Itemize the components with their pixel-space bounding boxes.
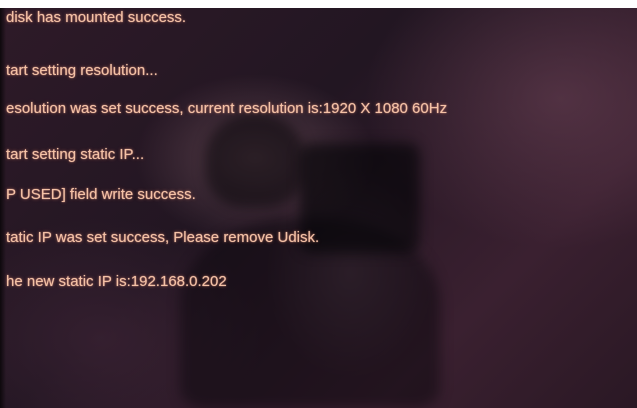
photo-frame: disk has mounted success. tart setting r… — [0, 0, 637, 408]
console-line-static-ip-set: tatic IP was set success, Please remove … — [6, 229, 320, 246]
console-line-start-static-ip: tart setting static IP... — [6, 146, 145, 163]
console-screen: disk has mounted success. tart setting r… — [0, 8, 637, 408]
console-line-new-static-ip: he new static IP is:192.168.0.202 — [6, 273, 227, 290]
console-line-start-resolution: tart setting resolution... — [6, 62, 158, 79]
reflection-shape — [205, 113, 305, 208]
console-line-disk-mounted: disk has mounted success. — [6, 9, 187, 26]
console-line-field-write: P USED] field write success. — [6, 186, 196, 203]
console-line-resolution-set: esolution was set success, current resol… — [6, 100, 448, 117]
